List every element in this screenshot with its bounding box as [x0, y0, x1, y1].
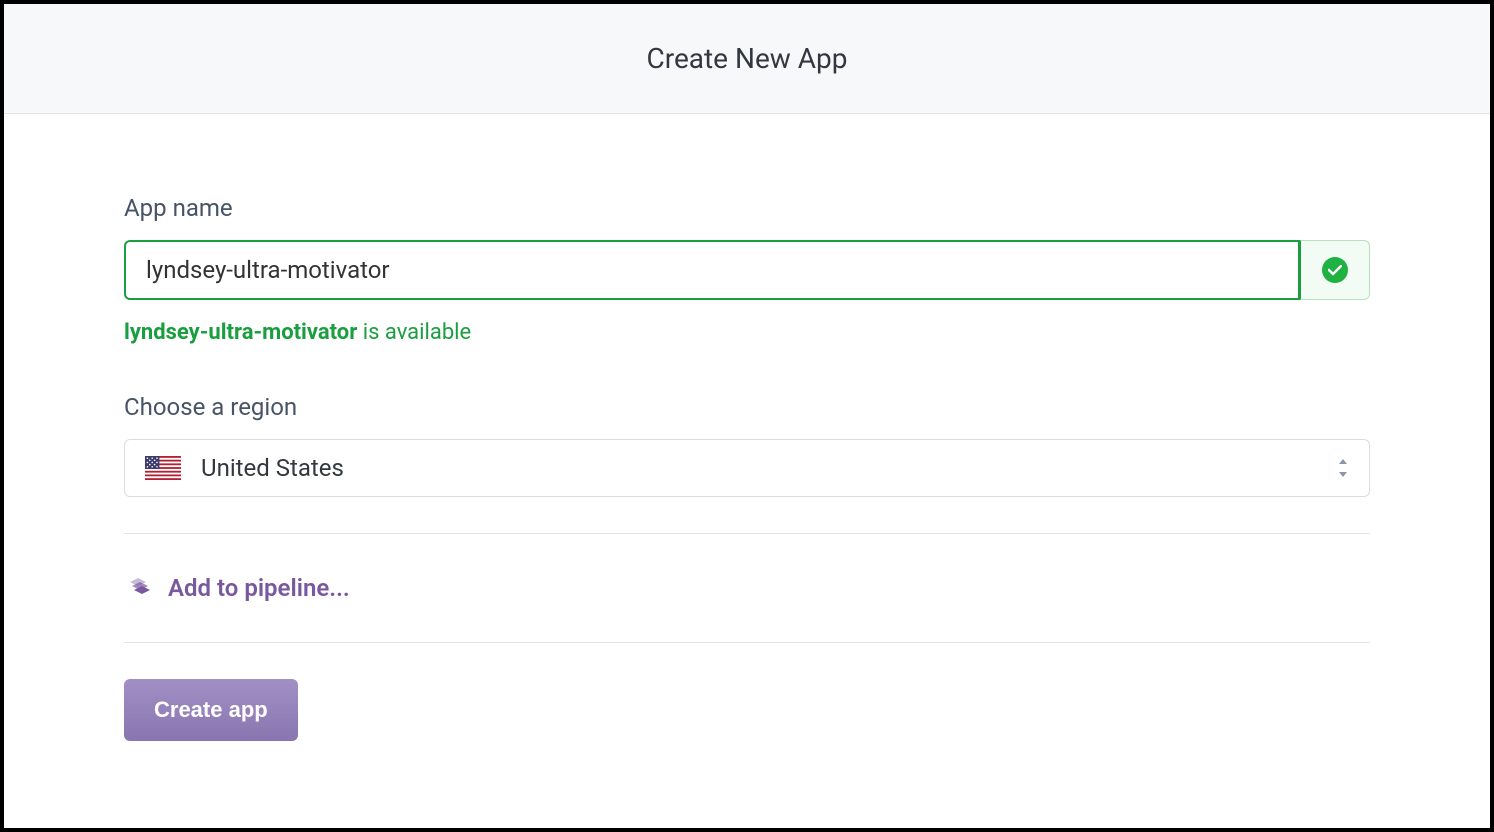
add-to-pipeline-button[interactable]: Add to pipeline...	[124, 534, 1370, 642]
region-select[interactable]: United States	[124, 439, 1370, 497]
divider-2	[124, 642, 1370, 643]
modal-title: Create New App	[4, 42, 1490, 75]
region-selected-text: United States	[201, 454, 1317, 482]
pipeline-text: Add to pipeline...	[168, 574, 350, 602]
validation-indicator	[1300, 240, 1370, 300]
availability-status: is available	[357, 320, 471, 345]
availability-name: lyndsey-ultra-motivator	[124, 320, 357, 345]
modal-header: Create New App	[4, 4, 1490, 114]
availability-message: lyndsey-ultra-motivator is available	[124, 320, 1370, 345]
us-flag-icon	[145, 456, 181, 480]
pipeline-icon	[124, 574, 152, 602]
chevron-sort-icon	[1337, 459, 1349, 477]
app-name-input[interactable]	[124, 240, 1300, 300]
modal-content: App name lyndsey-ultra-motivator is avai…	[4, 114, 1490, 741]
app-name-label: App name	[124, 194, 1370, 222]
create-app-button[interactable]: Create app	[124, 679, 298, 741]
app-name-row	[124, 240, 1370, 300]
region-label: Choose a region	[124, 393, 1370, 421]
check-circle-icon	[1322, 257, 1348, 283]
